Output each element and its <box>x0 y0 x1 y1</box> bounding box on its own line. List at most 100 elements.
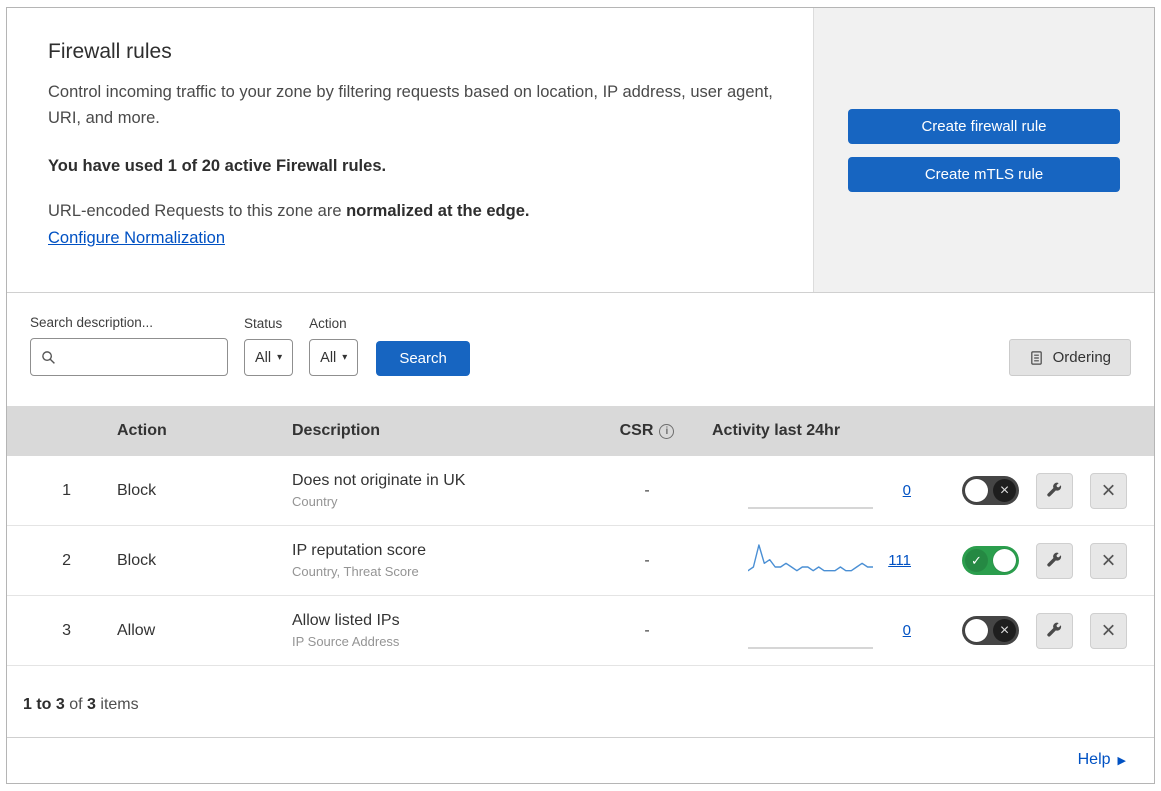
search-input[interactable] <box>63 348 217 366</box>
status-filter-select[interactable]: All ▾ <box>244 339 294 376</box>
page-header: Firewall rules Control incoming traffic … <box>7 8 1154 293</box>
ordering-button-label: Ordering <box>1052 349 1111 366</box>
rule-action: Block <box>117 551 157 569</box>
rule-enable-toggle[interactable]: × <box>962 476 1019 505</box>
items-range: 1 to 3 <box>23 696 65 713</box>
ordering-button[interactable]: Ordering <box>1008 339 1131 376</box>
search-label: Search description... <box>30 315 154 330</box>
ordering-icon <box>1029 350 1044 366</box>
action-column-header: Action <box>117 422 167 439</box>
header-actions-panel: Create firewall rule Create mTLS rule <box>813 8 1154 292</box>
table-header: Action Description CSR i Activity last 2… <box>7 406 1154 456</box>
rule-description: IP reputation score <box>292 542 427 559</box>
rule-controls: ✓ × <box>927 542 1154 579</box>
close-icon: × <box>1101 476 1116 504</box>
create-mtls-rule-button[interactable]: Create mTLS rule <box>848 156 1120 192</box>
items-of: of <box>69 696 83 713</box>
toggle-x-icon: × <box>993 619 1016 642</box>
rule-enable-toggle[interactable]: × <box>962 616 1019 645</box>
activity-column-header: Activity last 24hr <box>712 422 841 439</box>
toggle-knob <box>993 549 1016 572</box>
delete-rule-button[interactable]: × <box>1090 542 1127 579</box>
help-link-label: Help <box>1077 751 1111 768</box>
rule-description: Allow listed IPs <box>292 612 400 629</box>
help-link[interactable]: Help ▶ <box>1078 751 1126 769</box>
rule-csr-value: - <box>644 551 650 569</box>
toggle-knob <box>965 619 988 642</box>
rule-csr-value: - <box>644 481 650 499</box>
activity-sparkline <box>747 542 874 580</box>
wrench-icon <box>1046 482 1063 499</box>
description-column-header: Description <box>292 422 381 439</box>
rule-criteria: Country, Threat Score <box>292 564 419 579</box>
search-box <box>30 338 228 376</box>
rule-description-cell: IP reputation score Country, Threat Scor… <box>272 542 592 579</box>
wrench-icon <box>1046 552 1063 569</box>
rule-description: Does not originate in UK <box>292 472 466 489</box>
rule-activity-cell: 111 <box>702 542 927 580</box>
rule-enable-toggle[interactable]: ✓ <box>962 546 1019 575</box>
activity-count-link[interactable]: 0 <box>903 622 911 639</box>
csr-header-label: CSR <box>619 422 654 439</box>
pagination-summary: 1 to 3 of 3 items <box>7 666 1154 738</box>
info-icon[interactable]: i <box>659 423 675 439</box>
activity-count-link[interactable]: 0 <box>903 482 911 499</box>
usage-summary: You have used 1 of 20 active Firewall ru… <box>48 157 387 176</box>
rule-action: Allow <box>117 621 156 639</box>
rule-activity-cell: 0 <box>702 472 927 510</box>
rule-controls: × × <box>927 472 1154 509</box>
rule-criteria: Country <box>292 494 338 509</box>
rule-activity-cell: 0 <box>702 612 927 650</box>
items-total: 3 <box>87 696 96 713</box>
filter-bar: Search description... Status All ▾ Actio… <box>7 293 1154 406</box>
status-filter-group: Status All ▾ <box>244 316 294 376</box>
csr-column-header: CSR i <box>592 422 702 440</box>
activity-count-link[interactable]: 111 <box>888 552 911 569</box>
rule-priority: 3 <box>62 621 71 639</box>
normalization-text: URL-encoded Requests to this zone are no… <box>48 202 773 221</box>
search-icon <box>41 350 56 365</box>
delete-rule-button[interactable]: × <box>1090 472 1127 509</box>
status-filter-label: Status <box>244 316 283 331</box>
close-icon: × <box>1101 546 1116 574</box>
rule-priority: 2 <box>62 551 71 569</box>
help-row: Help ▶ <box>7 739 1154 783</box>
table-row: 1 Block Does not originate in UK Country… <box>7 456 1154 526</box>
chevron-down-icon: ▾ <box>277 352 283 363</box>
rule-description-cell: Allow listed IPs IP Source Address <box>272 612 592 649</box>
action-filter-label: Action <box>309 316 347 331</box>
activity-sparkline <box>747 612 874 650</box>
edit-rule-button[interactable] <box>1036 542 1073 579</box>
page-title: Firewall rules <box>48 40 172 63</box>
search-group: Search description... <box>30 315 228 376</box>
toggle-x-icon: × <box>993 479 1016 502</box>
rule-action: Block <box>117 481 157 499</box>
toggle-check-icon: ✓ <box>965 549 988 572</box>
rule-priority: 1 <box>62 481 71 499</box>
configure-normalization-link[interactable]: Configure Normalization <box>48 229 225 247</box>
normalization-prefix: URL-encoded Requests to this zone are <box>48 202 347 221</box>
create-firewall-rule-button[interactable]: Create firewall rule <box>848 108 1120 144</box>
search-button[interactable]: Search <box>376 341 470 376</box>
normalization-bold: normalized at the edge. <box>346 202 530 221</box>
edit-rule-button[interactable] <box>1036 472 1073 509</box>
rule-description-cell: Does not originate in UK Country <box>272 472 592 509</box>
action-filter-select[interactable]: All ▾ <box>309 339 359 376</box>
status-filter-value: All <box>255 349 272 366</box>
activity-sparkline <box>747 472 874 510</box>
close-icon: × <box>1101 616 1116 644</box>
page-description: Control incoming traffic to your zone by… <box>48 83 773 127</box>
wrench-icon <box>1046 622 1063 639</box>
delete-rule-button[interactable]: × <box>1090 612 1127 649</box>
header-text-block: Firewall rules Control incoming traffic … <box>7 8 813 292</box>
arrow-right-icon: ▶ <box>1117 754 1126 767</box>
firewall-rules-page: Firewall rules Control incoming traffic … <box>6 7 1155 784</box>
chevron-down-icon: ▾ <box>342 352 348 363</box>
edit-rule-button[interactable] <box>1036 612 1073 649</box>
rule-csr-value: - <box>644 621 650 639</box>
action-filter-value: All <box>320 349 337 366</box>
table-row: 2 Block IP reputation score Country, Thr… <box>7 526 1154 596</box>
rule-controls: × × <box>927 612 1154 649</box>
table-row: 3 Allow Allow listed IPs IP Source Addre… <box>7 596 1154 666</box>
items-label: items <box>100 696 139 713</box>
